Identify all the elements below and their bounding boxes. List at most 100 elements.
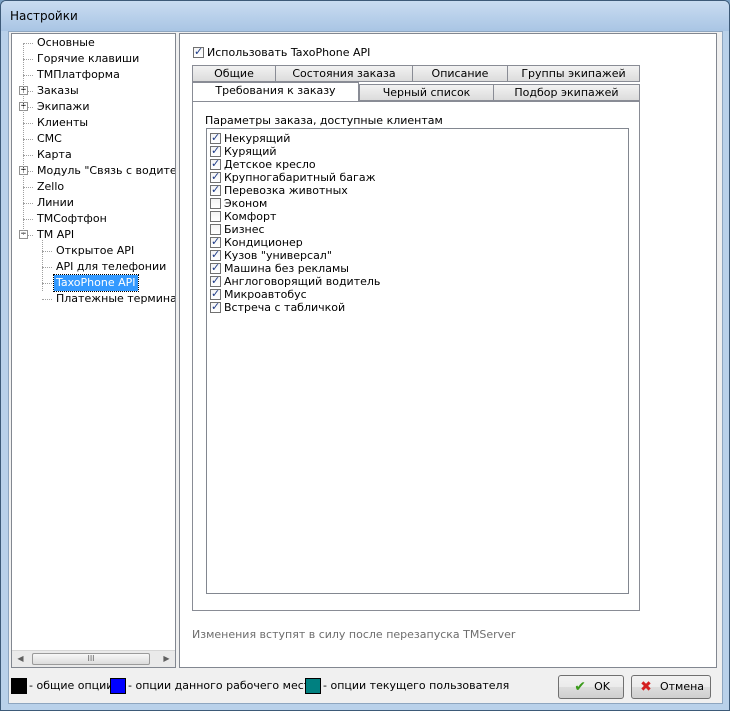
unchecked-checkbox-icon[interactable] [210,223,221,235]
tab-order-requirements-label: Требования к заказу [215,84,336,97]
param-item[interactable]: Бизнес [210,222,265,236]
tree-item[interactable]: ТМПлатформа [12,67,175,83]
tab-blacklist[interactable]: Черный список [359,84,494,101]
checked-checkbox-icon[interactable] [210,170,221,183]
param-label: Микроавтобус [224,287,307,301]
param-item[interactable]: Перевозка животных [210,183,348,197]
checked-checkbox-icon[interactable] [210,287,221,300]
param-label: Машина без рекламы [224,261,349,275]
title-bar[interactable]: Настройки [1,1,729,31]
param-item[interactable]: Эконом [210,196,268,210]
tree-connector [23,203,33,204]
unchecked-checkbox-icon[interactable] [210,197,221,209]
tree-item[interactable]: + Заказы [12,83,175,99]
tree-item[interactable]: Клиенты [12,115,175,131]
checked-checkbox-icon[interactable] [210,183,221,196]
tree-item-label: Горячие клавиши [37,52,140,65]
param-item[interactable]: Детское кресло [210,157,316,171]
param-label: Курящий [224,144,277,158]
tree-item-label: Zello [37,180,65,193]
tree-item[interactable]: +Модуль "Связь с водителем" [12,163,175,179]
checked-checkbox-icon[interactable] [210,261,221,274]
use-api-checkbox[interactable]: Использовать TaxoPhone API [193,45,370,59]
checkmark-icon: ✔ [574,679,586,695]
param-item[interactable]: Англоговорящий водитель [210,274,380,288]
tree-item[interactable]: + Экипажи [12,99,175,115]
tab-order-states[interactable]: Состояния заказа [275,65,413,82]
tree-connector [23,59,33,60]
tree-item[interactable]: Открытое API [12,243,175,259]
tab-crew-groups[interactable]: Группы экипажей [507,65,640,82]
tab-order-requirements[interactable]: Требования к заказу [192,82,359,101]
tree-item-label: Карта [37,148,72,161]
param-item[interactable]: Кондиционер [210,235,303,249]
restart-note: Изменения вступят в силу после перезапус… [192,628,516,641]
param-item[interactable]: Встреча с табличкой [210,300,346,314]
checked-checkbox-icon[interactable] [210,235,221,248]
settings-window: Настройки Основные Горячие клавиши ТМПлатф… [0,0,730,711]
checked-checkbox-icon[interactable] [210,131,221,144]
client-area: Основные Горячие клавиши ТМПлатформа + Заказ… [8,31,723,704]
tree-item[interactable]: Карта [12,147,175,163]
param-label: Встреча с табличкой [224,300,346,314]
tree-connector [23,75,33,76]
param-label: Кондиционер [224,235,303,249]
scroll-right-icon[interactable]: ▶ [158,651,175,667]
tree-item-label: Линии [37,196,74,209]
unchecked-checkbox-icon[interactable] [210,210,221,222]
cross-icon: ✖ [640,679,652,695]
use-api-check-icon[interactable] [193,45,204,58]
tab-crew-groups-label: Группы экипажей [521,67,626,80]
tab-crew-selection[interactable]: Подбор экипажей [493,84,640,101]
tab-description[interactable]: Описание [412,65,508,82]
tree-item-label: Платежные терминалы [56,292,175,305]
tree-item[interactable]: TaxoPhone API [12,274,175,292]
tree-connector [23,43,33,44]
scrollbar-grip: III [87,654,95,663]
tree-vertical-connector [42,240,43,291]
tree-item-label: TaxoPhone API [53,274,139,292]
tree-item[interactable]: Основные [12,35,175,51]
param-item[interactable]: Некурящий [210,131,290,145]
tree-item-label: Модуль "Связь с водителем" [37,164,175,177]
tree-connector [23,155,33,156]
tree-item[interactable]: Zello [12,179,175,195]
param-item[interactable]: Микроавтобус [210,287,307,301]
param-item[interactable]: Курящий [210,144,277,158]
param-label: Бизнес [224,222,265,236]
legend-workplace-label: - опции данного рабочего места [128,679,317,692]
legend-swatch-blue [110,678,126,694]
tree-item-label: API для телефонии [56,260,167,273]
param-item[interactable]: Крупногабаритный багаж [210,170,376,184]
cancel-button[interactable]: ✖ Отмена [631,675,711,699]
tree-item[interactable]: API для телефонии [12,259,175,275]
legend-user-label: - опции текущего пользователя [323,679,510,692]
param-label: Крупногабаритный багаж [224,170,376,184]
param-item[interactable]: Кузов "универсал" [210,248,332,262]
checked-checkbox-icon[interactable] [210,300,221,313]
tree-item[interactable]: ТМСофтфон [12,211,175,227]
params-checklist[interactable]: НекурящийКурящийДетское креслоКрупногаба… [206,128,629,594]
tab-general[interactable]: Общие [192,65,276,82]
checked-checkbox-icon[interactable] [210,144,221,157]
tree-item[interactable]: Платежные терминалы [12,291,175,307]
param-item[interactable]: Машина без рекламы [210,261,349,275]
tree-item[interactable]: Линии [12,195,175,211]
tree-item[interactable]: СМС [12,131,175,147]
checked-checkbox-icon[interactable] [210,274,221,287]
param-label: Эконом [224,196,268,210]
tree-connector [23,187,33,188]
legend-general-label: - общие опции [29,679,114,692]
tree-horizontal-scrollbar[interactable]: ◀ III ▶ [12,650,175,667]
param-item[interactable]: Комфорт [210,209,276,223]
tree-item[interactable]: − TM API [12,227,175,243]
checked-checkbox-icon[interactable] [210,248,221,261]
tree-item[interactable]: Горячие клавиши [12,51,175,67]
param-label: Детское кресло [224,157,316,171]
checked-checkbox-icon[interactable] [210,157,221,170]
scroll-left-icon[interactable]: ◀ [12,651,29,667]
tree-connector [42,283,52,284]
tree-item-label: Клиенты [37,116,89,129]
scrollbar-thumb[interactable]: III [32,653,150,665]
ok-button[interactable]: ✔ OK [558,675,624,699]
